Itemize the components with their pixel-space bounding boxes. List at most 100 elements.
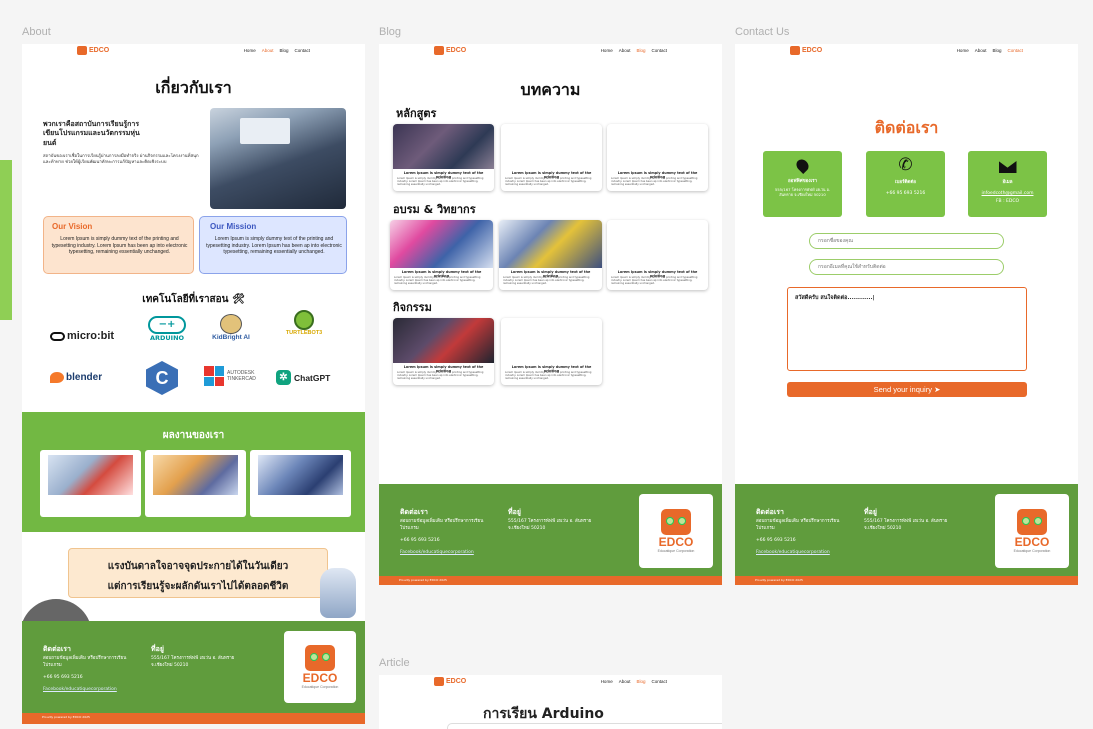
card-image: [499, 220, 602, 268]
nav-blog[interactable]: Blog: [636, 679, 645, 684]
quote-line-2: แต่การเรียนรู้จะผลักดันเราไปได้ตลอดชีวิต: [107, 581, 289, 592]
edco-wordmark: EDCO: [1014, 535, 1050, 549]
footer-edco-logo: EDCO Educatique Corporation: [995, 494, 1069, 568]
blog-card[interactable]: Lorem Ipsum is simply dummy text of the …: [607, 124, 708, 191]
chatgpt-label: ChatGPT: [294, 372, 331, 383]
frame-label-blog: Blog: [379, 26, 402, 38]
message-textarea[interactable]: สวัสดีครับ สนใจติดต่อ............|: [787, 287, 1027, 371]
frame-label-article: Article: [379, 657, 410, 669]
blog-card[interactable]: Lorem Ipsum is simply dummy text of the …: [499, 220, 602, 290]
nav-contact[interactable]: Contact: [651, 48, 667, 53]
footer-contact-title: ติดต่อเรา: [756, 508, 784, 516]
nav-blog[interactable]: Blog: [279, 48, 288, 53]
nav-about[interactable]: About: [262, 48, 274, 53]
footer-address-text: 555/167 โครงการพัฟฟ์ เฮเว่น อ. สันทราย จ…: [864, 519, 948, 531]
blog-card[interactable]: Lorem Ipsum is simply dummy text of the …: [501, 318, 602, 385]
name-input[interactable]: [809, 233, 1004, 249]
work-image: [48, 455, 133, 495]
edco-robot-icon: [661, 509, 691, 535]
article-frame[interactable]: EDCO Home About Blog Contact การเรียน Ardui…: [379, 675, 722, 729]
logo-text: EDCO: [802, 47, 823, 54]
blog-frame[interactable]: EDCO Home About Blog Contact บทความ หลักสูต…: [379, 44, 722, 585]
work-card[interactable]: [145, 450, 246, 517]
kidbright-label: KidBright AI: [212, 334, 250, 341]
nav-blog[interactable]: Blog: [636, 48, 645, 53]
footer-contact: ติดต่อเรา สอบถามข้อมูลเพิ่มเติม หรือปรึกษ…: [400, 508, 490, 556]
turtlebot-logo: TURTLEBOT3: [278, 310, 330, 336]
blog-card[interactable]: Lorem Ipsum is simply dummy text of the …: [393, 318, 494, 385]
footer-facebook-link[interactable]: Facebook/educatiquecorporation: [400, 550, 474, 555]
logo[interactable]: EDCO: [77, 46, 125, 55]
nav-contact[interactable]: Contact: [294, 48, 310, 53]
nav-contact[interactable]: Contact: [651, 679, 667, 684]
logo[interactable]: EDCO: [434, 46, 466, 55]
footer-edco-logo: EDCO Educatique Corporation: [639, 494, 713, 568]
microbit-logo: micro:bit: [50, 330, 114, 342]
nav-about[interactable]: About: [619, 679, 631, 684]
nav-blog[interactable]: Blog: [992, 48, 1001, 53]
card-image: [393, 318, 494, 363]
send-icon: ➤: [934, 385, 941, 394]
tech-title: เทคโนโลยีที่เราสอน 🛠: [142, 294, 245, 305]
vision-text: Lorem Ipsum is simply dummy text of the …: [51, 236, 188, 255]
card-image: [393, 124, 494, 169]
nav-home[interactable]: Home: [601, 48, 613, 53]
envelope-icon: [998, 161, 1017, 173]
logo[interactable]: EDCO: [790, 46, 822, 55]
edco-wordmark: EDCO: [302, 671, 338, 685]
nav-about[interactable]: About: [619, 48, 631, 53]
office-box: ออฟฟิศของเรา 555/167 โครงการพัฟฟ์ เฮเว่น…: [763, 151, 842, 217]
nav-home[interactable]: Home: [601, 679, 613, 684]
office-label: ออฟฟิศของเรา: [787, 179, 818, 184]
email-label: อีเมล: [1002, 180, 1013, 185]
page-title: บทความ: [520, 80, 581, 99]
footer-address: ที่อยู่ 555/167 โครงการพัฟฟ์ เฮเว่น อ. สั…: [864, 508, 964, 532]
article-title: การเรียน Arduino: [483, 706, 604, 722]
footer-contact: ติดต่อเรา สอบถามข้อมูลเพิ่มเติม หรือปรึกษ…: [756, 508, 846, 556]
contact-frame[interactable]: EDCO Home About Blog Contact ติดต่อเรา ออฟฟ…: [735, 44, 1078, 585]
about-frame[interactable]: EDCO Home About Blog Contact เกี่ยวกับเรา พ…: [22, 44, 365, 724]
page-title: เกี่ยวกับเรา: [155, 78, 232, 97]
card-body: Lorem Ipsum is simply dummy text of the …: [505, 177, 592, 187]
card-body: Lorem Ipsum is simply dummy text of the …: [611, 177, 698, 187]
work-card[interactable]: [250, 450, 351, 517]
nav-home[interactable]: Home: [244, 48, 256, 53]
phone-value: +66 95 693 5216: [885, 191, 926, 196]
footer-facebook-link[interactable]: Facebook/educatiquecorporation: [43, 687, 117, 692]
nav-about[interactable]: About: [975, 48, 987, 53]
blender-logo: blender: [50, 372, 102, 383]
arduino-icon: −+: [148, 316, 186, 334]
card-image: [390, 220, 493, 268]
logo-text: EDCO: [89, 47, 110, 54]
email-box: อีเมล infoedcoth@gmail.com FB : EDCO: [968, 151, 1047, 217]
nav-contact[interactable]: Contact: [1007, 48, 1023, 53]
footer: ติดต่อเรา สอบถามข้อมูลเพิ่มเติม หรือปรึกษ…: [379, 484, 722, 576]
logo-icon: [790, 46, 800, 55]
work-card[interactable]: [40, 450, 141, 517]
blog-card[interactable]: Lorem Ipsum is simply dummy text of the …: [607, 220, 708, 290]
logo-text: EDCO: [446, 678, 467, 685]
footer-contact-text: สอบถามข้อมูลเพิ่มเติม หรือปรึกษาการเรียน…: [43, 656, 127, 668]
page-title: ติดต่อเรา: [874, 118, 939, 137]
contact-input[interactable]: [809, 259, 1004, 275]
blog-card[interactable]: Lorem Ipsum is simply dummy text of the …: [390, 220, 493, 290]
chatgpt-icon: ✲: [276, 370, 291, 385]
section-courses-title: หลักสูตร: [396, 107, 437, 120]
blog-card[interactable]: Lorem Ipsum is simply dummy text of the …: [393, 124, 494, 191]
email-link[interactable]: infoedcoth@gmail.com: [968, 191, 1047, 196]
tinkercad-logo: AUTODESK TINKERCAD: [204, 366, 261, 386]
footer-address: ที่อยู่ 555/167 โครงการพัฟฟ์ เฮเว่น อ. สั…: [508, 508, 608, 532]
nav-home[interactable]: Home: [957, 48, 969, 53]
location-pin-icon: [794, 157, 811, 174]
frame-label-about: About: [22, 26, 51, 38]
footer-facebook-link[interactable]: Facebook/educatiquecorporation: [756, 550, 830, 555]
section-activities-title: กิจกรรม: [393, 301, 432, 314]
intro-text: สถาบันของเราเชื่อในการเรียนรู้ผ่านการลงม…: [43, 154, 199, 166]
send-inquiry-button[interactable]: Send your inquiry ➤: [787, 382, 1027, 397]
logo[interactable]: EDCO: [434, 677, 466, 686]
facebook-value[interactable]: FB : EDCO: [968, 199, 1047, 204]
blog-card[interactable]: Lorem Ipsum is simply dummy text of the …: [501, 124, 602, 191]
card-body: Lorem Ipsum is simply dummy text of the …: [397, 371, 484, 381]
navbar: EDCO Home About Blog Contact: [735, 44, 1078, 58]
quote-line-1: แรงบันดาลใจอาจจุดประกายได้ในวันเดียว: [107, 561, 289, 572]
